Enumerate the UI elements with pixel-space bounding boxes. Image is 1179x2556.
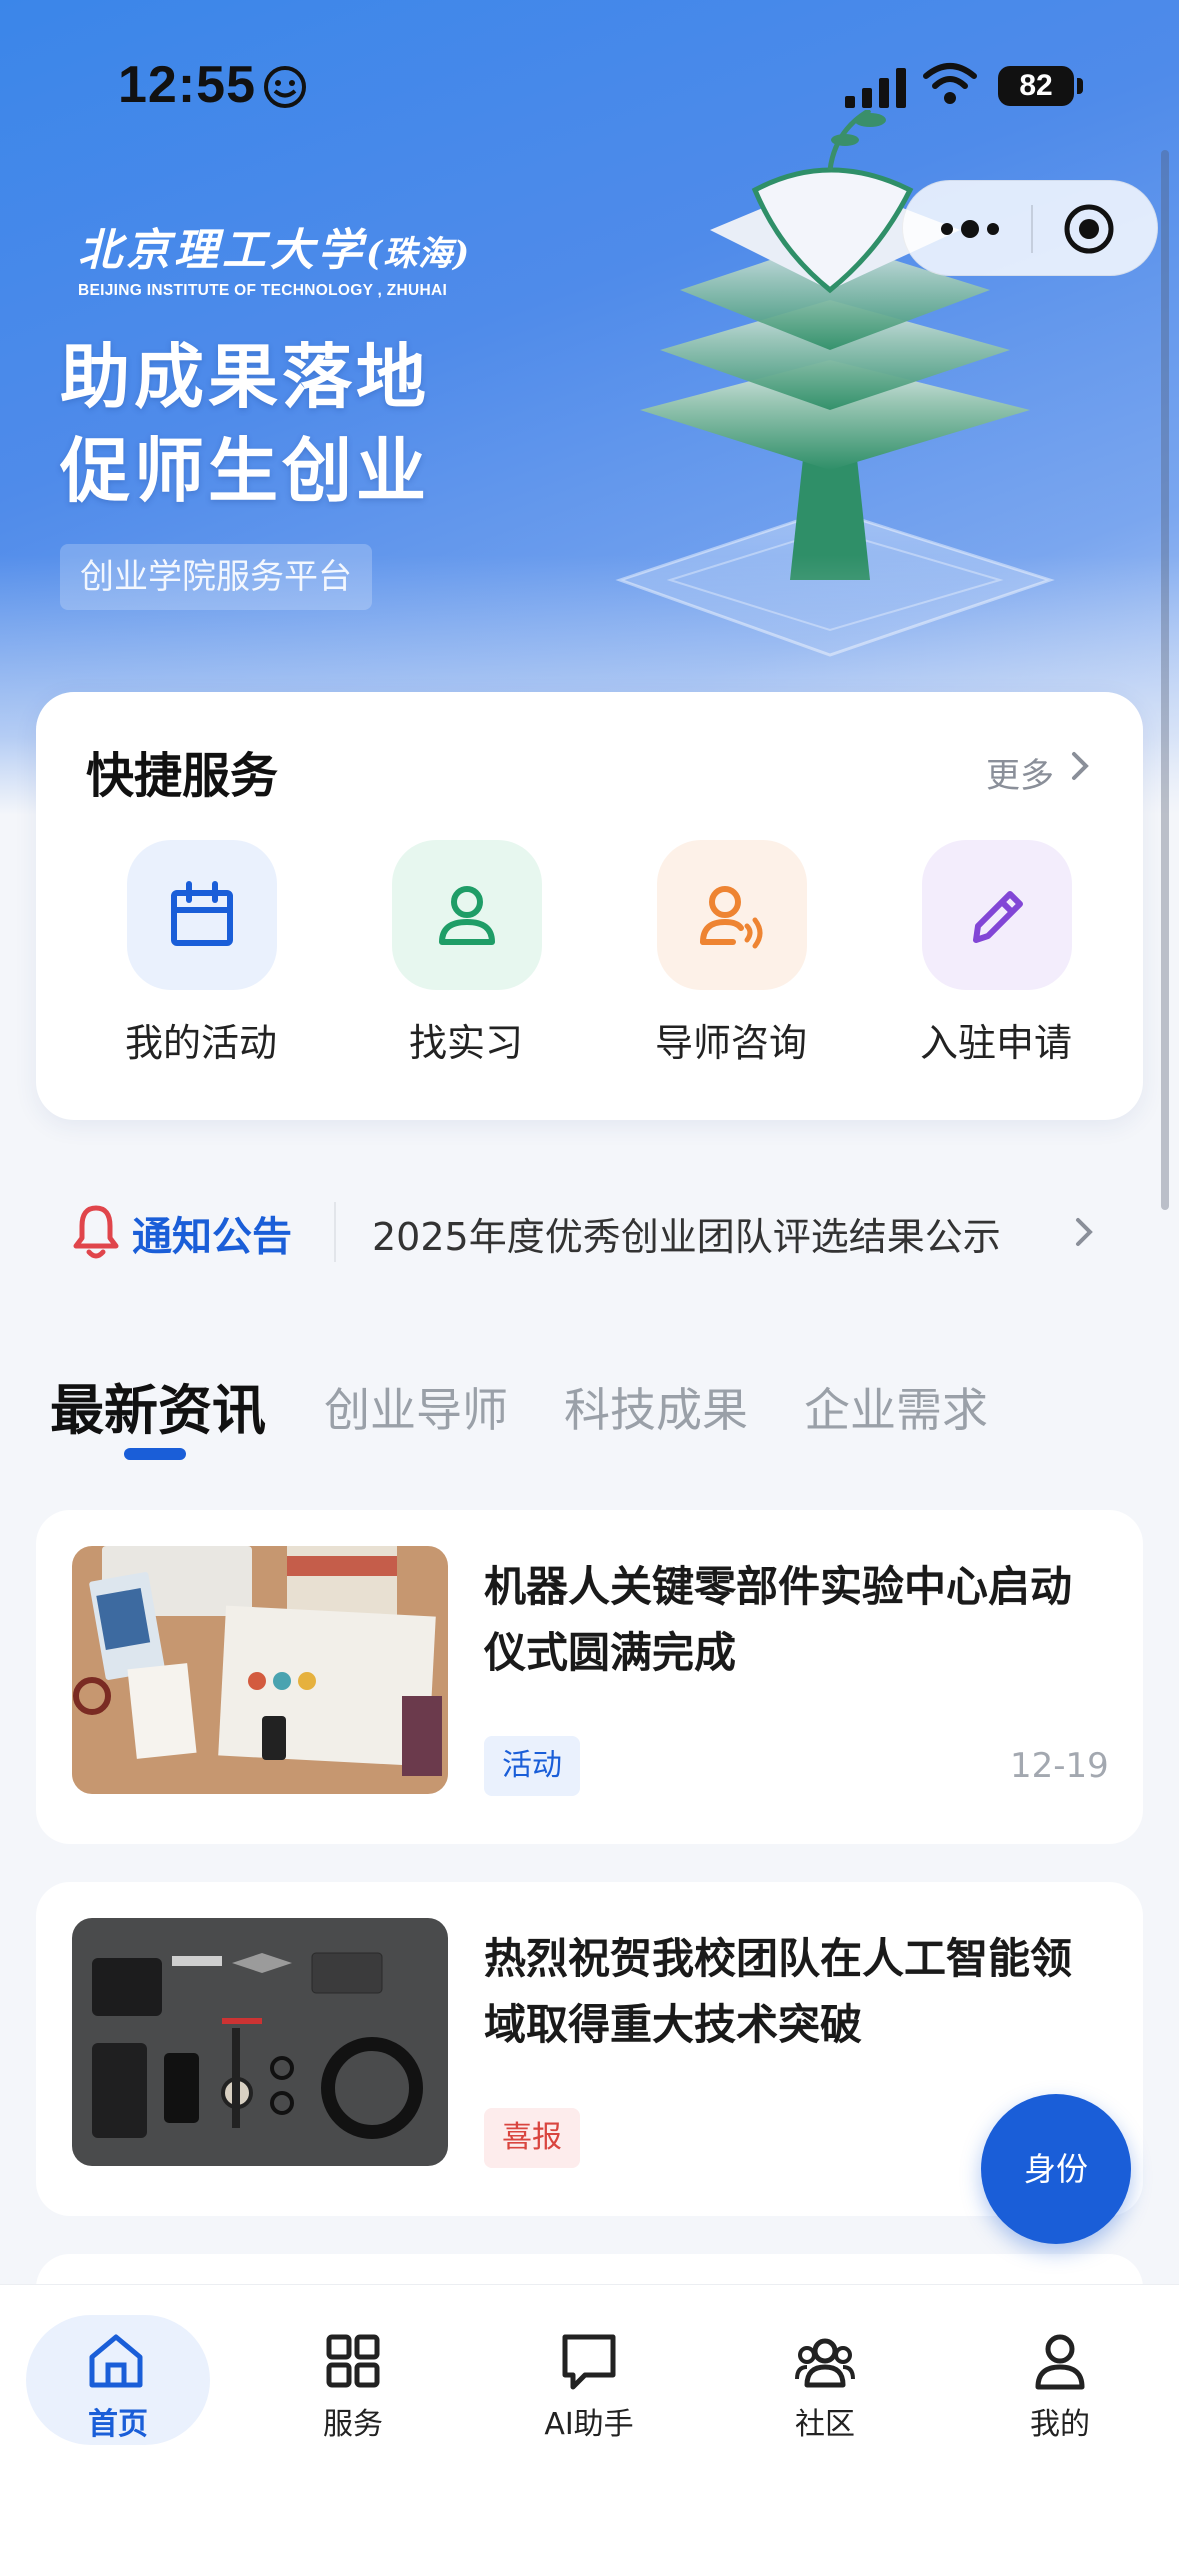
news-item[interactable]: 热烈祝贺我校团队在人工智能领域取得重大技术突破 喜报 — [36, 1882, 1143, 2216]
tab-active-indicator — [124, 1448, 186, 1460]
news-thumbnail-desk — [72, 1546, 448, 1794]
notice-text[interactable]: 2025年度优秀创业团队评选结果公示 — [372, 1206, 1001, 1261]
close-miniprogram-icon[interactable] — [1063, 203, 1115, 255]
quick-item-label: 导师咨询 — [654, 1021, 807, 1065]
news-thumbnail-flatlay — [72, 1918, 448, 2166]
logo-en-text: BEIJING INSTITUTE OF TECHNOLOGY , ZHUHAI — [78, 282, 448, 299]
news-title: 热烈祝贺我校团队在人工智能领域取得重大技术突破 — [484, 1934, 1073, 2049]
nav-ai-assistant[interactable]: AI助手 — [499, 2315, 679, 2445]
status-time: 12:55 — [118, 56, 256, 114]
smile-icon — [264, 66, 306, 108]
logo-cn-main: 北京理工大学 — [78, 225, 366, 276]
tab-mentors[interactable]: 创业导师 — [324, 1374, 508, 1440]
identity-switch-button[interactable]: 身份 — [981, 2094, 1131, 2244]
mentor-voice-icon — [657, 840, 807, 990]
quick-item-label: 入驻申请 — [919, 1021, 1072, 1065]
nav-home[interactable]: 首页 — [26, 2315, 210, 2445]
nav-label: 社区 — [795, 2407, 855, 2442]
person-icon — [392, 840, 542, 990]
battery-nub — [1077, 78, 1083, 94]
notice-bar[interactable]: 通知公告 2025年度优秀创业团队评选结果公示 — [36, 1180, 1143, 1284]
chevron-right-icon[interactable] — [1070, 1212, 1100, 1252]
news-tag: 活动 — [484, 1736, 580, 1796]
tab-tech-results[interactable]: 科技成果 — [564, 1374, 748, 1440]
nav-profile[interactable]: 我的 — [970, 2315, 1150, 2445]
more-dots-icon[interactable] — [935, 213, 1005, 245]
quick-services-more[interactable]: 更多 — [986, 748, 1054, 797]
nav-label: 我的 — [1030, 2407, 1090, 2442]
scroll-indicator — [1161, 150, 1169, 1210]
chat-icon — [562, 2334, 616, 2390]
slogan-line-2: 促师生创业 — [60, 430, 430, 512]
capsule-divider — [1031, 205, 1033, 253]
quick-services-card: 快捷服务 更多 我的活动 找实习 导师咨询 入驻申请 — [36, 692, 1143, 1120]
tab-enterprise-needs[interactable]: 企业需求 — [804, 1374, 988, 1440]
notice-label: 通知公告 — [132, 1214, 292, 1260]
platform-tag: 创业学院服务平台 — [60, 544, 372, 610]
slogan-line-1: 助成果落地 — [60, 336, 430, 418]
home-icon — [89, 2334, 143, 2388]
community-icon — [795, 2338, 855, 2388]
signal-icon — [845, 68, 906, 108]
nav-community[interactable]: 社区 — [735, 2315, 915, 2445]
quick-item-label: 我的活动 — [124, 1021, 277, 1065]
logo-cn-text: 北京理工大学(珠海) — [78, 214, 498, 278]
quick-item-label: 找实习 — [408, 1021, 523, 1065]
news-title: 机器人关键零部件实验中心启动仪式圆满完成 — [484, 1562, 1073, 1677]
quick-item-find-internship[interactable]: 找实习 — [366, 840, 566, 1070]
pencil-icon — [922, 840, 1072, 990]
nav-label: 首页 — [88, 2407, 148, 2442]
tab-latest-news[interactable]: 最新资讯 — [50, 1366, 266, 1445]
news-date: 12-19 — [1010, 1746, 1109, 1786]
grid-icon — [326, 2334, 380, 2388]
quick-item-apply-settle[interactable]: 入驻申请 — [896, 840, 1096, 1070]
nav-label: AI助手 — [544, 2407, 634, 2442]
calendar-icon — [127, 840, 277, 990]
content-tabs: 最新资讯 创业导师 科技成果 企业需求 — [0, 1350, 1179, 1470]
bottom-navigation: 首页 服务 AI助手 社区 我的 — [0, 2284, 1179, 2556]
status-bar: 12:55 82 — [0, 0, 1179, 150]
news-item[interactable]: 机器人关键零部件实验中心启动仪式圆满完成 活动 12-19 — [36, 1510, 1143, 1844]
logo-cn-suffix: (珠海) — [366, 234, 471, 274]
quick-item-mentor-consult[interactable]: 导师咨询 — [631, 840, 831, 1070]
miniprogram-capsule — [902, 180, 1158, 276]
news-tag: 喜报 — [484, 2108, 580, 2168]
wifi-icon — [923, 63, 977, 104]
quick-item-my-activities[interactable]: 我的活动 — [101, 840, 301, 1070]
university-logo: 北京理工大学(珠海) BEIJING INSTITUTE OF TECHNOLO… — [78, 214, 498, 300]
bell-icon — [73, 1205, 119, 1259]
notice-divider — [334, 1202, 336, 1262]
battery-indicator: 82 — [998, 66, 1074, 106]
chevron-right-icon[interactable] — [1066, 746, 1096, 786]
quick-services-title: 快捷服务 — [86, 748, 279, 804]
nav-services[interactable]: 服务 — [263, 2315, 443, 2445]
user-icon — [1035, 2334, 1085, 2390]
nav-label: 服务 — [323, 2407, 383, 2442]
hero-slogan: 助成果落地 促师生创业 — [60, 330, 430, 518]
